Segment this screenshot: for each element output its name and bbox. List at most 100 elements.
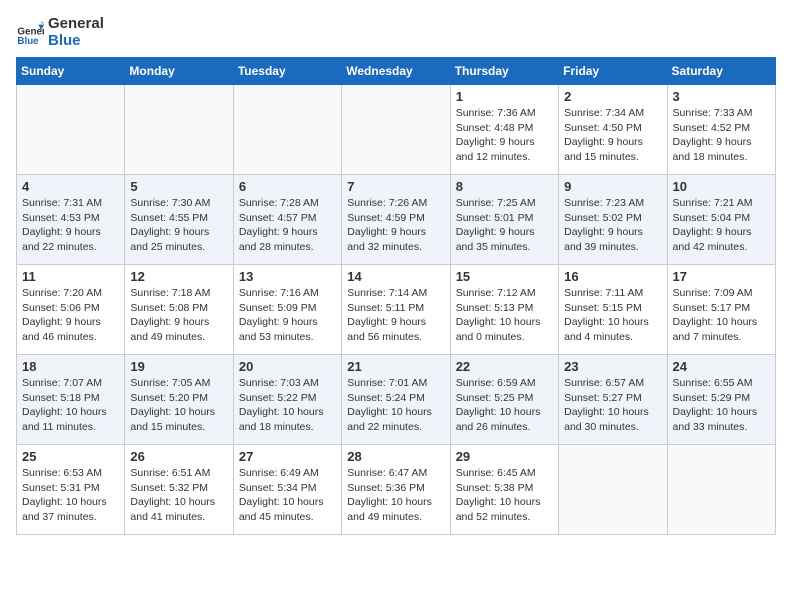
day-info: Sunrise: 7:07 AMSunset: 5:18 PMDaylight:…: [22, 376, 119, 435]
day-info: Sunrise: 7:18 AMSunset: 5:08 PMDaylight:…: [130, 286, 227, 345]
calendar-cell: 2 Sunrise: 7:34 AMSunset: 4:50 PMDaylight…: [559, 85, 667, 175]
calendar-cell: 23Sunrise: 6:57 AMSunset: 5:27 PMDayligh…: [559, 355, 667, 445]
day-number: 28: [347, 449, 444, 464]
day-info: Sunrise: 7:23 AMSunset: 5:02 PMDaylight:…: [564, 196, 661, 255]
day-info: Sunrise: 6:49 AMSunset: 5:34 PMDaylight:…: [239, 466, 336, 525]
calendar-cell: [559, 445, 667, 535]
calendar-cell: 6 Sunrise: 7:28 AMSunset: 4:57 PMDaylight…: [233, 175, 341, 265]
day-number: 10: [673, 179, 770, 194]
day-info: Sunrise: 7:36 AMSunset: 4:48 PMDaylight:…: [456, 106, 553, 165]
day-info: Sunrise: 7:03 AMSunset: 5:22 PMDaylight:…: [239, 376, 336, 435]
day-number: 7: [347, 179, 444, 194]
day-info: Sunrise: 6:59 AMSunset: 5:25 PMDaylight:…: [456, 376, 553, 435]
day-info: Sunrise: 6:51 AMSunset: 5:32 PMDaylight:…: [130, 466, 227, 525]
weekday-header-friday: Friday: [559, 58, 667, 85]
day-number: 25: [22, 449, 119, 464]
calendar-cell: 4 Sunrise: 7:31 AMSunset: 4:53 PMDaylight…: [17, 175, 125, 265]
weekday-header-saturday: Saturday: [667, 58, 775, 85]
calendar-week-row: 1 Sunrise: 7:36 AMSunset: 4:48 PMDaylight…: [17, 85, 776, 175]
calendar-cell: 8 Sunrise: 7:25 AMSunset: 5:01 PMDaylight…: [450, 175, 558, 265]
day-info: Sunrise: 7:28 AMSunset: 4:57 PMDaylight:…: [239, 196, 336, 255]
day-number: 4: [22, 179, 119, 194]
day-number: 9: [564, 179, 661, 194]
calendar-cell: 1 Sunrise: 7:36 AMSunset: 4:48 PMDaylight…: [450, 85, 558, 175]
page-header: General Blue General Blue: [16, 16, 776, 49]
calendar-week-row: 11Sunrise: 7:20 AMSunset: 5:06 PMDayligh…: [17, 265, 776, 355]
day-number: 26: [130, 449, 227, 464]
calendar-cell: 28 Sunrise: 6:47 AMSunset: 5:36 PMDayligh…: [342, 445, 450, 535]
calendar-cell: 11Sunrise: 7:20 AMSunset: 5:06 PMDayligh…: [17, 265, 125, 355]
calendar-cell: 7 Sunrise: 7:26 AMSunset: 4:59 PMDaylight…: [342, 175, 450, 265]
day-number: 8: [456, 179, 553, 194]
calendar-cell: 15 Sunrise: 7:12 AMSunset: 5:13 PMDayligh…: [450, 265, 558, 355]
day-info: Sunrise: 7:25 AMSunset: 5:01 PMDaylight:…: [456, 196, 553, 255]
day-info: Sunrise: 7:20 AMSunset: 5:06 PMDaylight:…: [22, 286, 119, 345]
day-number: 18: [22, 359, 119, 374]
day-number: 3: [673, 89, 770, 104]
day-number: 5: [130, 179, 227, 194]
day-info: Sunrise: 6:53 AMSunset: 5:31 PMDaylight:…: [22, 466, 119, 525]
day-number: 20: [239, 359, 336, 374]
calendar-cell: 26 Sunrise: 6:51 AMSunset: 5:32 PMDayligh…: [125, 445, 233, 535]
day-number: 15: [456, 269, 553, 284]
day-number: 2: [564, 89, 661, 104]
calendar-cell: 19 Sunrise: 7:05 AMSunset: 5:20 PMDayligh…: [125, 355, 233, 445]
day-info: Sunrise: 7:34 AMSunset: 4:50 PMDaylight:…: [564, 106, 661, 165]
calendar-cell: 22Sunrise: 6:59 AMSunset: 5:25 PMDayligh…: [450, 355, 558, 445]
calendar-cell: 21Sunrise: 7:01 AMSunset: 5:24 PMDayligh…: [342, 355, 450, 445]
calendar-cell: [233, 85, 341, 175]
calendar-cell: [17, 85, 125, 175]
weekday-header-thursday: Thursday: [450, 58, 558, 85]
calendar-cell: 12 Sunrise: 7:18 AMSunset: 5:08 PMDayligh…: [125, 265, 233, 355]
day-info: Sunrise: 7:30 AMSunset: 4:55 PMDaylight:…: [130, 196, 227, 255]
day-info: Sunrise: 7:11 AMSunset: 5:15 PMDaylight:…: [564, 286, 661, 345]
day-info: Sunrise: 7:33 AMSunset: 4:52 PMDaylight:…: [673, 106, 770, 165]
day-number: 24: [673, 359, 770, 374]
day-number: 14: [347, 269, 444, 284]
calendar-cell: 10 Sunrise: 7:21 AMSunset: 5:04 PMDayligh…: [667, 175, 775, 265]
calendar-cell: [125, 85, 233, 175]
day-number: 12: [130, 269, 227, 284]
day-info: Sunrise: 7:31 AMSunset: 4:53 PMDaylight:…: [22, 196, 119, 255]
calendar-cell: 29 Sunrise: 6:45 AMSunset: 5:38 PMDayligh…: [450, 445, 558, 535]
day-number: 19: [130, 359, 227, 374]
calendar-week-row: 25 Sunrise: 6:53 AMSunset: 5:31 PMDayligh…: [17, 445, 776, 535]
calendar-cell: 18 Sunrise: 7:07 AMSunset: 5:18 PMDayligh…: [17, 355, 125, 445]
day-info: Sunrise: 6:47 AMSunset: 5:36 PMDaylight:…: [347, 466, 444, 525]
calendar-week-row: 18 Sunrise: 7:07 AMSunset: 5:18 PMDayligh…: [17, 355, 776, 445]
day-info: Sunrise: 7:01 AMSunset: 5:24 PMDaylight:…: [347, 376, 444, 435]
day-info: Sunrise: 6:57 AMSunset: 5:27 PMDaylight:…: [564, 376, 661, 435]
calendar-cell: 27 Sunrise: 6:49 AMSunset: 5:34 PMDayligh…: [233, 445, 341, 535]
calendar-cell: 3 Sunrise: 7:33 AMSunset: 4:52 PMDaylight…: [667, 85, 775, 175]
weekday-header-wednesday: Wednesday: [342, 58, 450, 85]
day-number: 1: [456, 89, 553, 104]
calendar-table: SundayMondayTuesdayWednesdayThursdayFrid…: [16, 57, 776, 535]
day-number: 29: [456, 449, 553, 464]
calendar-cell: 9 Sunrise: 7:23 AMSunset: 5:02 PMDaylight…: [559, 175, 667, 265]
day-number: 13: [239, 269, 336, 284]
calendar-header-row: SundayMondayTuesdayWednesdayThursdayFrid…: [17, 58, 776, 85]
day-info: Sunrise: 7:05 AMSunset: 5:20 PMDaylight:…: [130, 376, 227, 435]
calendar-cell: 25 Sunrise: 6:53 AMSunset: 5:31 PMDayligh…: [17, 445, 125, 535]
day-info: Sunrise: 7:21 AMSunset: 5:04 PMDaylight:…: [673, 196, 770, 255]
day-info: Sunrise: 7:12 AMSunset: 5:13 PMDaylight:…: [456, 286, 553, 345]
day-number: 27: [239, 449, 336, 464]
logo: General Blue General Blue: [16, 16, 104, 49]
day-number: 6: [239, 179, 336, 194]
calendar-week-row: 4 Sunrise: 7:31 AMSunset: 4:53 PMDaylight…: [17, 175, 776, 265]
day-info: Sunrise: 6:45 AMSunset: 5:38 PMDaylight:…: [456, 466, 553, 525]
day-info: Sunrise: 7:14 AMSunset: 5:11 PMDaylight:…: [347, 286, 444, 345]
day-number: 17: [673, 269, 770, 284]
svg-text:Blue: Blue: [17, 36, 39, 47]
calendar-cell: 20 Sunrise: 7:03 AMSunset: 5:22 PMDayligh…: [233, 355, 341, 445]
day-info: Sunrise: 7:16 AMSunset: 5:09 PMDaylight:…: [239, 286, 336, 345]
weekday-header-monday: Monday: [125, 58, 233, 85]
day-number: 16: [564, 269, 661, 284]
day-info: Sunrise: 7:09 AMSunset: 5:17 PMDaylight:…: [673, 286, 770, 345]
calendar-cell: 5 Sunrise: 7:30 AMSunset: 4:55 PMDaylight…: [125, 175, 233, 265]
calendar-cell: 13 Sunrise: 7:16 AMSunset: 5:09 PMDayligh…: [233, 265, 341, 355]
day-info: Sunrise: 7:26 AMSunset: 4:59 PMDaylight:…: [347, 196, 444, 255]
day-info: Sunrise: 6:55 AMSunset: 5:29 PMDaylight:…: [673, 376, 770, 435]
weekday-header-tuesday: Tuesday: [233, 58, 341, 85]
calendar-cell: 17 Sunrise: 7:09 AMSunset: 5:17 PMDayligh…: [667, 265, 775, 355]
